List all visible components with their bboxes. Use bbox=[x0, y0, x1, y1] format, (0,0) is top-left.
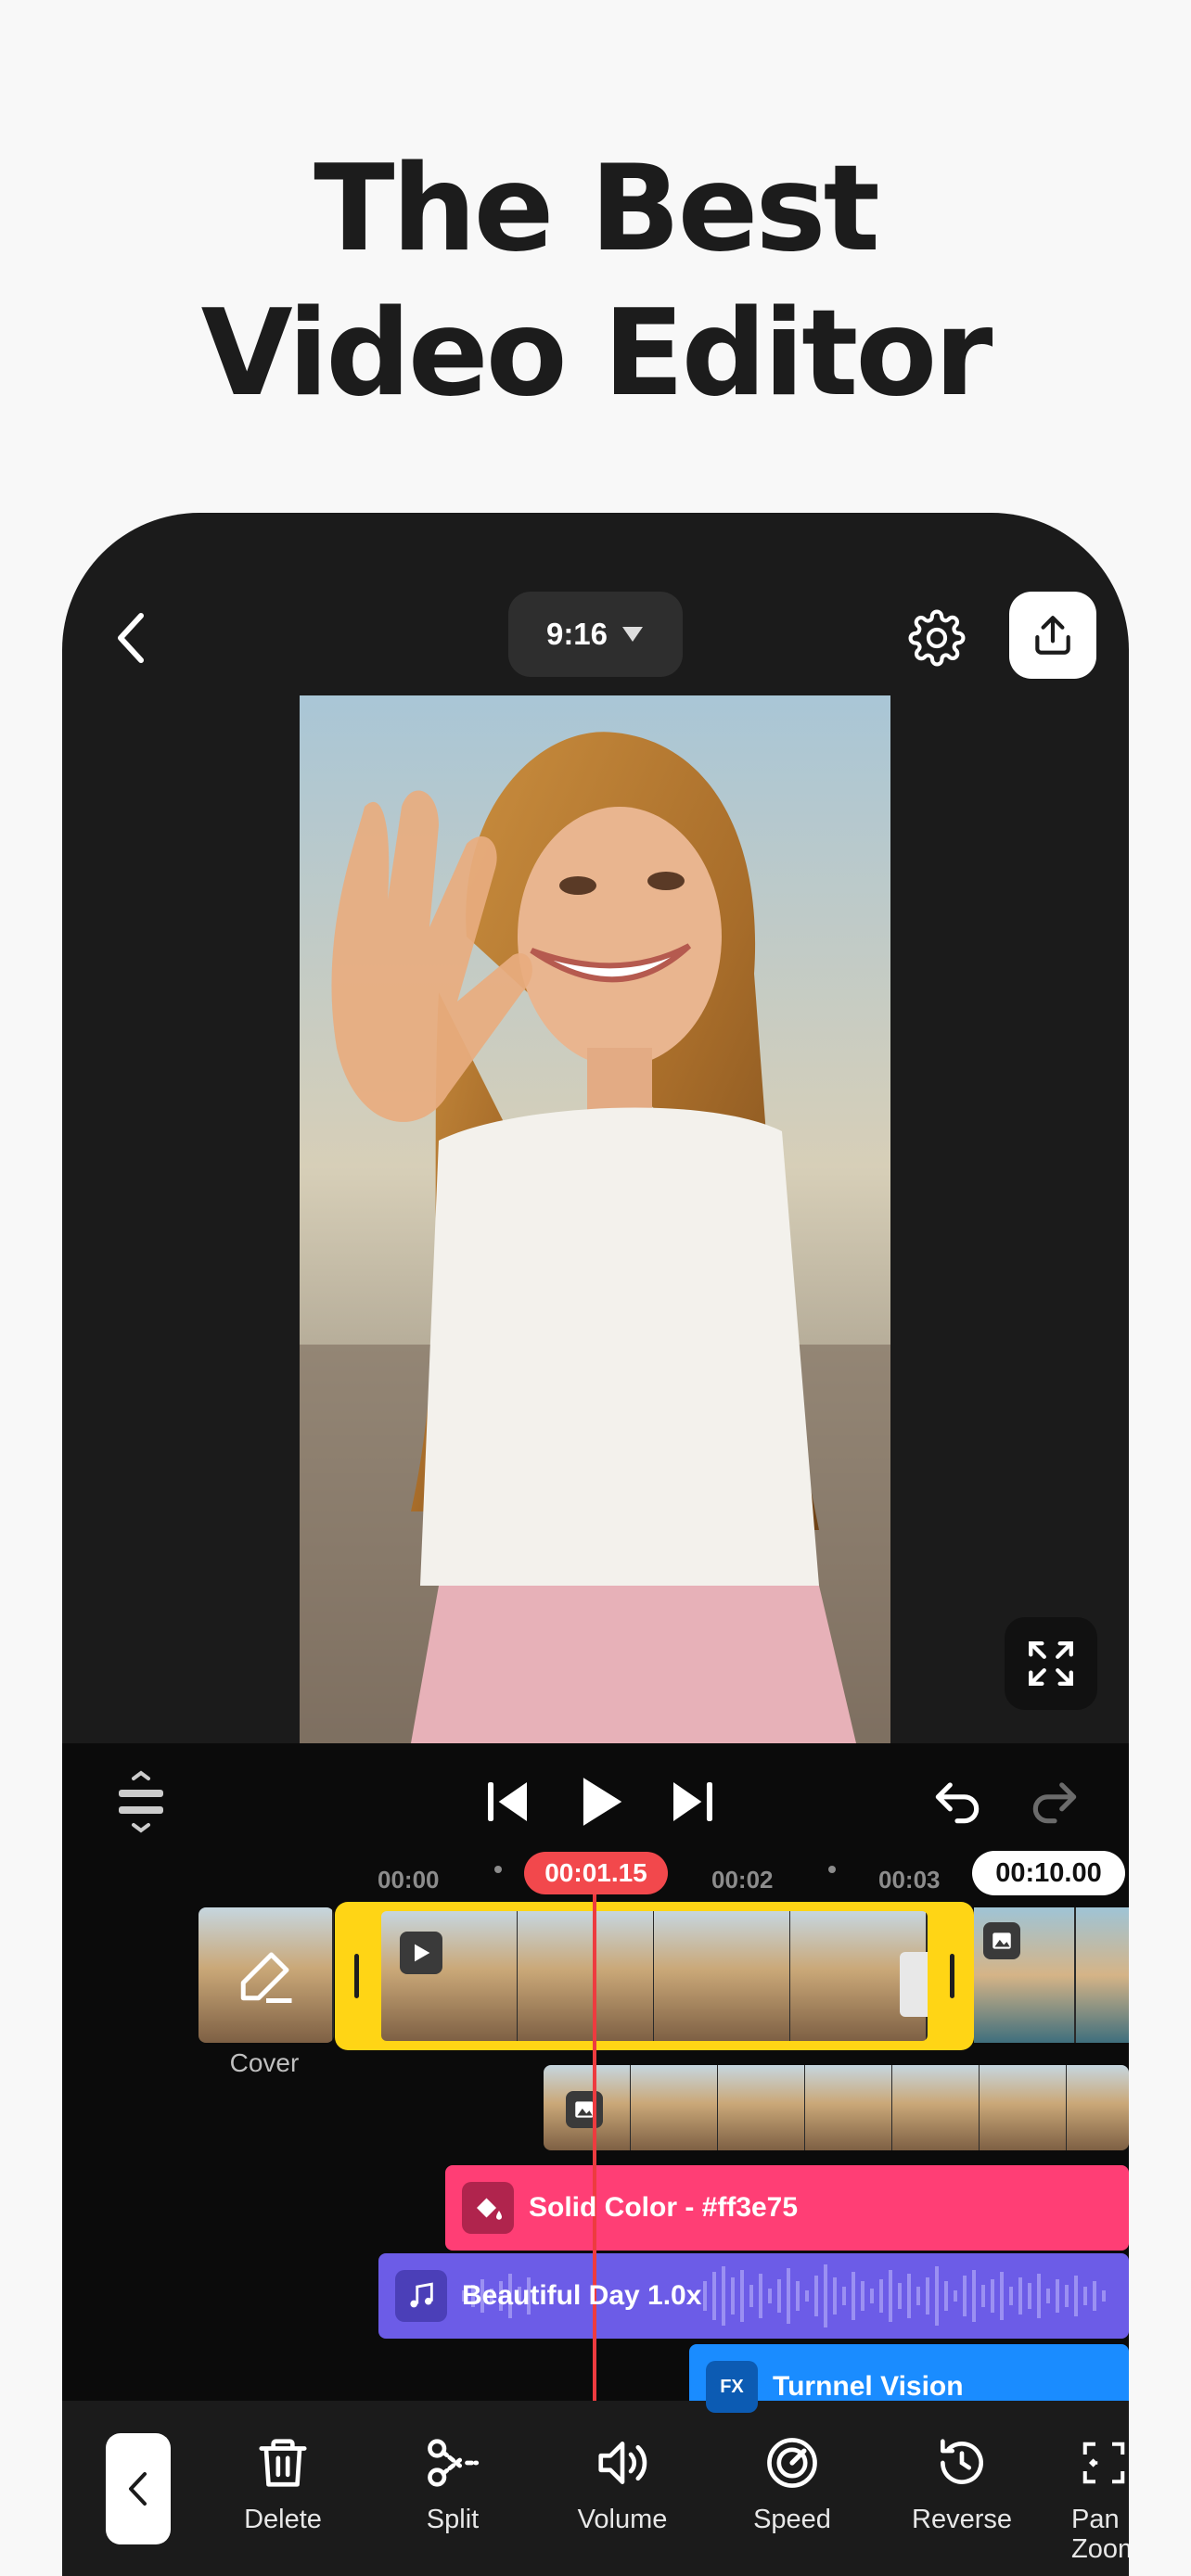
aspect-ratio-value: 9:16 bbox=[545, 617, 608, 651]
tool-split-label: Split bbox=[426, 2505, 480, 2534]
fx-icon: FX bbox=[706, 2361, 758, 2413]
current-time-badge: 00:01.15 bbox=[524, 1852, 668, 1894]
pencil-icon bbox=[240, 1952, 292, 2003]
ruler-tick-2: 00:03 bbox=[878, 1866, 941, 1894]
undo-button[interactable] bbox=[920, 1765, 994, 1839]
headline-line-2: Video Editor bbox=[200, 285, 993, 423]
total-duration-badge: 00:10.00 bbox=[972, 1851, 1125, 1895]
video-clip-icon bbox=[400, 1932, 442, 1974]
ruler-tick-0: 00:00 bbox=[378, 1866, 440, 1894]
volume-icon bbox=[598, 2442, 647, 2484]
scissors-icon bbox=[428, 2439, 480, 2487]
image-icon bbox=[983, 1922, 1020, 1959]
image-icon bbox=[566, 2091, 603, 2128]
pan-zoom-icon bbox=[1082, 2442, 1125, 2484]
ruler-tick-1: 00:02 bbox=[711, 1866, 774, 1894]
effect-track-label: Turnnel Vision bbox=[773, 2371, 964, 2402]
chevron-left-icon bbox=[129, 2472, 147, 2506]
headline-line-1: The Best bbox=[314, 140, 880, 278]
chevron-left-icon bbox=[118, 613, 144, 663]
triangle-down-icon bbox=[622, 627, 644, 642]
tool-reverse-label: Reverse bbox=[912, 2505, 1012, 2534]
redo-icon bbox=[1032, 1782, 1077, 1824]
speed-icon bbox=[767, 2438, 817, 2488]
cover-thumbnail[interactable] bbox=[198, 1907, 334, 2043]
music-track[interactable]: Beautiful Day 1.0x bbox=[378, 2253, 1129, 2339]
trim-handle-right[interactable] bbox=[950, 1954, 954, 1998]
next-video-clip[interactable] bbox=[974, 1907, 1129, 2043]
trash-icon bbox=[259, 2439, 307, 2487]
gear-icon bbox=[908, 609, 966, 667]
skip-previous-button[interactable] bbox=[470, 1765, 544, 1839]
preview-photo bbox=[300, 695, 890, 1743]
edit-toolbar: Delete Split Volume Speed Reverse Pan Zo… bbox=[62, 2401, 1129, 2576]
solid-color-label: Solid Color - #ff3e75 bbox=[529, 2192, 799, 2223]
redo-button[interactable] bbox=[1018, 1765, 1092, 1839]
expand-icon bbox=[1029, 1641, 1073, 1686]
share-upload-icon bbox=[1035, 616, 1070, 655]
transition-marker[interactable] bbox=[900, 1952, 928, 2017]
music-note-icon bbox=[395, 2270, 447, 2322]
collapse-timeline-button[interactable] bbox=[109, 1760, 173, 1843]
skip-previous-icon bbox=[488, 1782, 527, 1821]
tool-delete[interactable]: Delete bbox=[213, 2429, 352, 2535]
clip-frames bbox=[381, 1911, 928, 2041]
skip-next-icon bbox=[673, 1782, 712, 1821]
overlay-video-track[interactable] bbox=[544, 2065, 1129, 2150]
aspect-ratio-dropdown[interactable]: 9:16 bbox=[508, 592, 683, 677]
tool-pan-zoom-label: Pan Zoom bbox=[1071, 2505, 1129, 2564]
toolbar-back-button[interactable] bbox=[106, 2433, 171, 2544]
play-icon bbox=[583, 1778, 622, 1826]
fullscreen-button[interactable] bbox=[1005, 1617, 1097, 1710]
trim-handle-left[interactable] bbox=[354, 1954, 359, 1998]
tool-speed-label: Speed bbox=[753, 2505, 831, 2534]
phone-screen: 9:16 00:00 00:01.15 00:02 00:03 00:10.00… bbox=[62, 513, 1129, 2576]
solid-color-track[interactable]: Solid Color - #ff3e75 bbox=[445, 2165, 1129, 2251]
ruler-dot bbox=[494, 1866, 502, 1873]
tool-volume[interactable]: Volume bbox=[553, 2429, 692, 2535]
tool-delete-label: Delete bbox=[244, 2505, 322, 2534]
headline: The Best Video Editor bbox=[0, 137, 1191, 427]
reverse-icon bbox=[941, 2439, 983, 2484]
music-track-label: Beautiful Day 1.0x bbox=[462, 2280, 702, 2311]
settings-button[interactable] bbox=[900, 601, 974, 675]
tool-reverse[interactable]: Reverse bbox=[892, 2429, 1031, 2535]
ruler-dot bbox=[828, 1866, 836, 1873]
selected-video-clip[interactable] bbox=[335, 1902, 974, 2050]
skip-next-button[interactable] bbox=[656, 1765, 730, 1839]
export-button[interactable] bbox=[1009, 592, 1096, 679]
resize-handle-icon bbox=[119, 1770, 163, 1833]
tool-split[interactable]: Split bbox=[383, 2429, 522, 2535]
tool-volume-label: Volume bbox=[577, 2505, 668, 2534]
back-button[interactable] bbox=[99, 606, 164, 670]
video-preview[interactable] bbox=[300, 695, 890, 1743]
tool-speed[interactable]: Speed bbox=[723, 2429, 862, 2535]
cover-label: Cover bbox=[229, 2048, 300, 2077]
paint-bucket-icon bbox=[462, 2182, 514, 2234]
play-button[interactable] bbox=[558, 1760, 642, 1843]
undo-icon bbox=[935, 1782, 980, 1824]
tool-pan-zoom[interactable]: Pan Zoom bbox=[1062, 2429, 1129, 2564]
